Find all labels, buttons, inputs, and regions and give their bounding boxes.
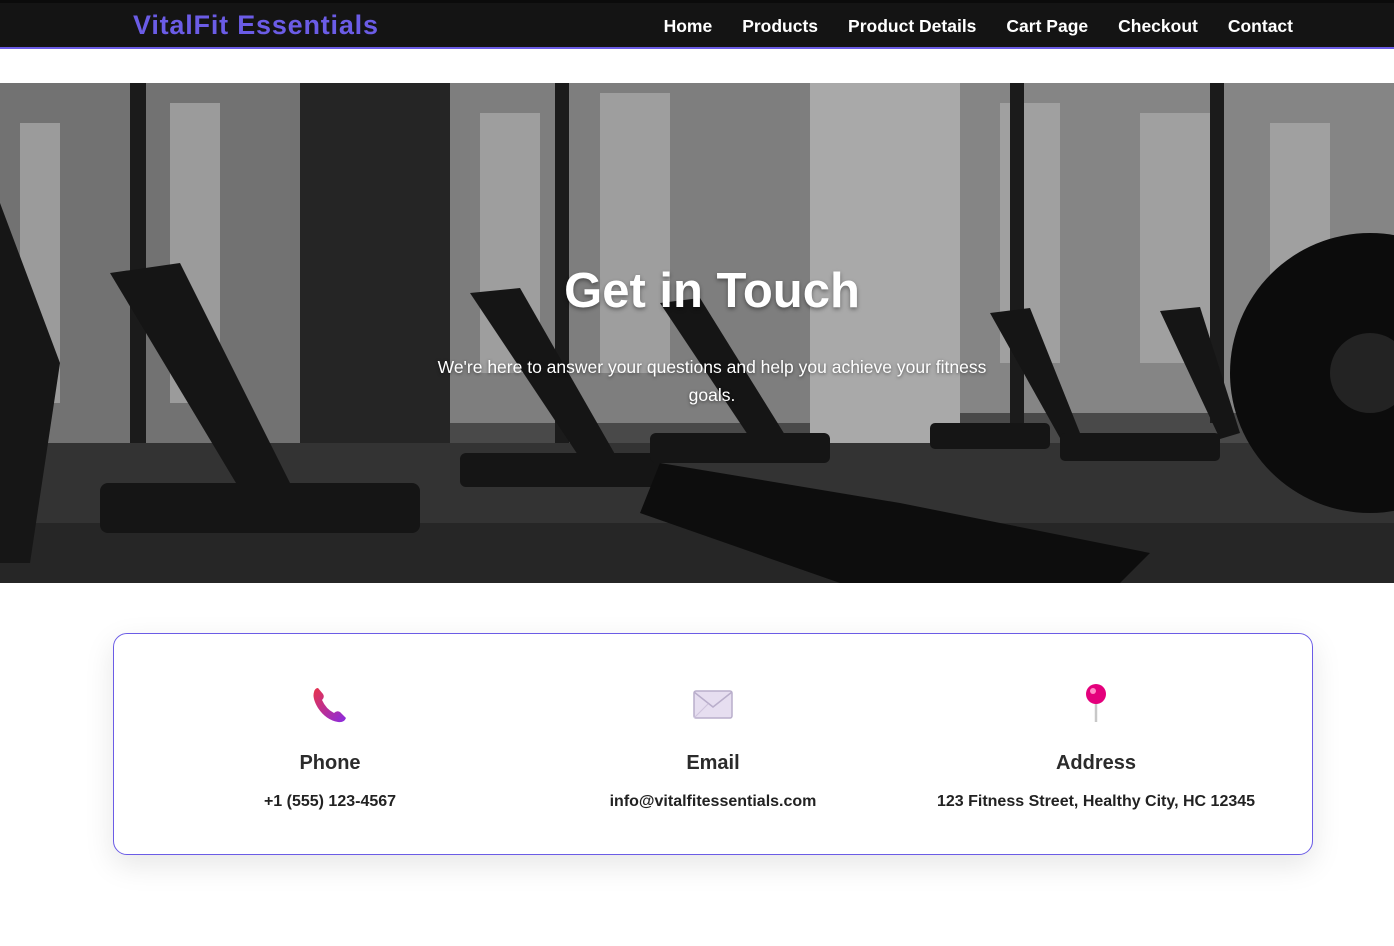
nav-cart-page[interactable]: Cart Page xyxy=(1006,16,1088,37)
contact-address: Address 123 Fitness Street, Healthy City… xyxy=(896,634,1296,854)
envelope-icon xyxy=(693,690,733,719)
top-navbar: VitalFit Essentials Home Products Produc… xyxy=(0,0,1394,49)
contact-email: Email info@vitalfitessentials.com xyxy=(513,634,913,854)
hero-banner: Get in Touch We're here to answer your q… xyxy=(0,83,1394,583)
address-title: Address xyxy=(1055,752,1137,774)
phone-title: Phone xyxy=(299,752,361,774)
phone-value[interactable]: +1 (555) 123-4567 xyxy=(130,793,530,811)
nav-home[interactable]: Home xyxy=(664,16,713,37)
address-value: 123 Fitness Street, Healthy City, HC 123… xyxy=(936,793,1256,810)
nav-products[interactable]: Products xyxy=(742,16,818,37)
email-value[interactable]: info@vitalfitessentials.com xyxy=(513,793,913,811)
email-title: Email xyxy=(686,752,740,774)
hero-title: Get in Touch xyxy=(564,264,860,318)
contact-info-card: Phone +1 (555) 123-4567 Email info@vital… xyxy=(113,633,1313,855)
hero-overlay xyxy=(0,83,1394,583)
nav-checkout[interactable]: Checkout xyxy=(1118,16,1198,37)
contact-phone: Phone +1 (555) 123-4567 xyxy=(130,634,530,854)
nav-contact[interactable]: Contact xyxy=(1228,16,1293,37)
pushpin-icon xyxy=(1086,684,1106,722)
main-nav: Home Products Product Details Cart Page … xyxy=(664,16,1293,37)
brand-logo[interactable]: VitalFit Essentials xyxy=(133,10,379,41)
hero-subtitle: We're here to answer your questions and … xyxy=(437,357,987,405)
nav-product-details[interactable]: Product Details xyxy=(848,16,976,37)
phone-icon xyxy=(313,688,346,723)
